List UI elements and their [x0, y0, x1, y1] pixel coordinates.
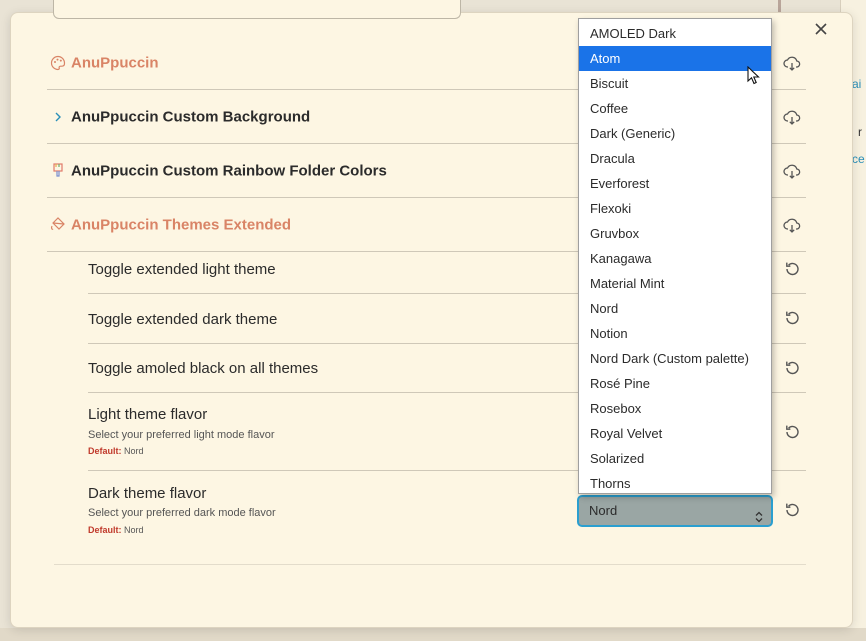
setting-name: Toggle extended dark theme: [88, 311, 278, 328]
reset-icon[interactable]: [782, 308, 802, 328]
search-input[interactable]: [53, 0, 461, 19]
chevron-right-icon[interactable]: [50, 109, 66, 125]
dropdown-option[interactable]: Biscuit: [579, 71, 771, 96]
dropdown-option[interactable]: Notion: [579, 321, 771, 346]
background-text: r: [858, 125, 862, 139]
mouse-pointer-icon: [747, 65, 761, 86]
close-icon[interactable]: [811, 19, 831, 39]
dropdown-option-selected[interactable]: Atom: [579, 46, 771, 71]
dropdown-option[interactable]: Everforest: [579, 171, 771, 196]
setting-description: Select your preferred dark mode flavor: [88, 507, 276, 519]
download-icon[interactable]: [782, 53, 802, 73]
default-value: Nord: [124, 525, 144, 535]
setting-default: Default: Nord: [88, 446, 144, 456]
plugin-title: AnuPpuccin Custom Background: [71, 108, 311, 125]
dropdown-option[interactable]: Material Mint: [579, 271, 771, 296]
plugin-title: AnuPpuccin: [71, 54, 159, 71]
select-value: Nord: [589, 503, 618, 518]
paint-bucket-icon: [50, 216, 66, 233]
plugin-title: AnuPpuccin Themes Extended: [71, 216, 292, 233]
dark-flavor-select[interactable]: Nord: [577, 495, 773, 527]
dropdown-option[interactable]: Kanagawa: [579, 246, 771, 271]
setting-description: Select your preferred light mode flavor: [88, 429, 275, 441]
section-divider: [54, 564, 806, 565]
reset-icon[interactable]: [782, 422, 802, 442]
download-icon[interactable]: [782, 107, 802, 127]
dropdown-option[interactable]: Dracula: [579, 146, 771, 171]
download-icon[interactable]: [782, 161, 802, 181]
reset-icon[interactable]: [782, 500, 802, 520]
brush-icon: [50, 162, 66, 179]
dropdown-option[interactable]: Nord: [579, 296, 771, 321]
dropdown-option[interactable]: Nord Dark (Custom palette): [579, 346, 771, 371]
flavor-dropdown-list[interactable]: AMOLED Dark Atom Biscuit Coffee Dark (Ge…: [578, 18, 772, 494]
setting-name: Toggle extended light theme: [88, 261, 276, 278]
dropdown-option[interactable]: Flexoki: [579, 196, 771, 221]
background-text: ai: [852, 77, 862, 91]
dropdown-option[interactable]: Royal Velvet: [579, 421, 771, 446]
download-icon[interactable]: [782, 215, 802, 235]
default-value: Nord: [124, 446, 144, 456]
dropdown-option[interactable]: Thorns: [579, 471, 771, 496]
plugin-title: AnuPpuccin Custom Rainbow Folder Colors: [71, 162, 387, 179]
background-text: ce: [852, 152, 865, 166]
reset-icon[interactable]: [782, 259, 802, 279]
dropdown-option[interactable]: Solarized: [579, 446, 771, 471]
reset-icon[interactable]: [782, 358, 802, 378]
select-arrows-icon: [755, 505, 763, 523]
dropdown-option[interactable]: AMOLED Dark: [579, 21, 771, 46]
setting-name: Toggle amoled black on all themes: [88, 360, 319, 377]
dropdown-option[interactable]: Rosebox: [579, 396, 771, 421]
setting-default: Default: Nord: [88, 525, 144, 535]
dropdown-option[interactable]: Dark (Generic): [579, 121, 771, 146]
dropdown-option[interactable]: Gruvbox: [579, 221, 771, 246]
setting-name: Light theme flavor: [88, 406, 208, 423]
setting-name: Dark theme flavor: [88, 485, 207, 502]
default-label: Default:: [88, 446, 122, 456]
palette-icon: [50, 55, 66, 71]
background-strip: [0, 628, 866, 641]
dropdown-option[interactable]: Rosé Pine: [579, 371, 771, 396]
dropdown-option[interactable]: Coffee: [579, 96, 771, 121]
default-label: Default:: [88, 525, 122, 535]
